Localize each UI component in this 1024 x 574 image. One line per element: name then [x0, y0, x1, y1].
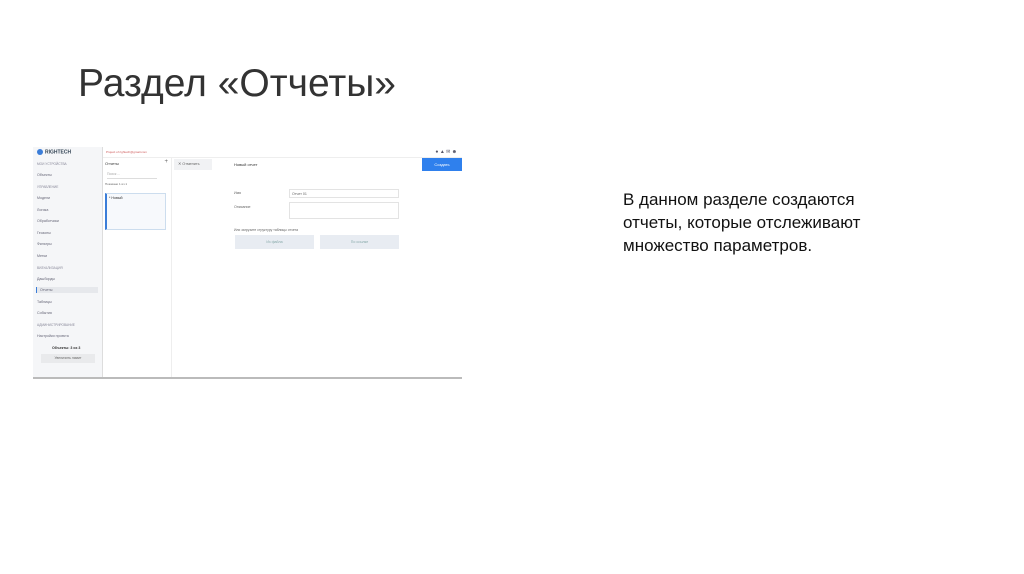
sidebar-item-handlers[interactable]: Обработчики	[37, 219, 59, 223]
logo: RIGHTECH	[37, 149, 71, 155]
list-item[interactable]: * Новый	[105, 193, 166, 230]
cancel-button[interactable]: ✕ Отменить	[174, 159, 212, 170]
sidebar-item-reports[interactable]: Отчеты	[36, 287, 98, 293]
sidebar-item-geozones[interactable]: Геозоны	[37, 231, 51, 235]
add-icon[interactable]: +	[164, 159, 168, 165]
editor-header: Новый отчет	[234, 162, 258, 167]
sidebar-item-filters[interactable]: Фильтры	[37, 242, 52, 246]
app-screenshot: Project of rightech@gmail.com ● ▲ ✉ ☻ RI…	[33, 147, 462, 379]
increase-limit-button[interactable]: Увеличить лимит	[41, 354, 95, 363]
list-title: Отчеты	[105, 161, 119, 166]
report-editor: ✕ Отменить Новый отчет Создать Имя Отчет…	[172, 158, 462, 377]
shown-count: Показано 1 из 1	[105, 182, 128, 186]
sidebar-section: АДМИНИСТРИРОВАНИЕ	[37, 323, 75, 327]
project-selector[interactable]: Project of rightech@gmail.com	[106, 150, 147, 154]
sidebar: RIGHTECH МОИ УСТРОЙСТВА Объекты УПРАВЛЕН…	[33, 147, 103, 377]
description-label: Описание	[234, 205, 251, 209]
sidebar-section: МОИ УСТРОЙСТВА	[37, 162, 67, 166]
search-input[interactable]: Поиск ...	[107, 172, 157, 179]
sidebar-item-tables[interactable]: Таблицы	[37, 300, 52, 304]
name-field[interactable]: Отчет 01	[289, 189, 399, 198]
load-structure-label: Или загрузите структуру таблицы отчета	[234, 228, 298, 232]
header-icons[interactable]: ● ▲ ✉ ☻	[435, 149, 457, 155]
slide-title: Раздел «Отчеты»	[78, 62, 396, 105]
name-label: Имя	[234, 191, 241, 195]
sidebar-item-logic[interactable]: Логика	[37, 208, 48, 212]
sidebar-item-settings[interactable]: Настройки проекта	[37, 334, 69, 338]
sidebar-item-dashboards[interactable]: Дашборды	[37, 277, 55, 281]
reports-list-panel: Отчеты + Поиск ... Показано 1 из 1 * Нов…	[103, 158, 172, 377]
sidebar-item-models[interactable]: Модели	[37, 196, 50, 200]
create-button[interactable]: Создать	[422, 158, 462, 171]
sidebar-section: УПРАВЛЕНИЕ	[37, 185, 59, 189]
objects-count: Объекты: 3 из 3	[52, 346, 81, 350]
description-field[interactable]	[289, 202, 399, 219]
from-file-button[interactable]: Из файла	[235, 235, 314, 249]
sidebar-item-events[interactable]: События	[37, 311, 52, 315]
sidebar-item-tags[interactable]: Метки	[37, 254, 47, 258]
by-link-button[interactable]: По ссылке	[320, 235, 399, 249]
slide-description: В данном разделе создаются отчеты, котор…	[623, 190, 861, 255]
sidebar-section: ВИЗУАЛИЗАЦИЯ	[37, 266, 63, 270]
sidebar-item-objects[interactable]: Объекты	[37, 173, 52, 177]
